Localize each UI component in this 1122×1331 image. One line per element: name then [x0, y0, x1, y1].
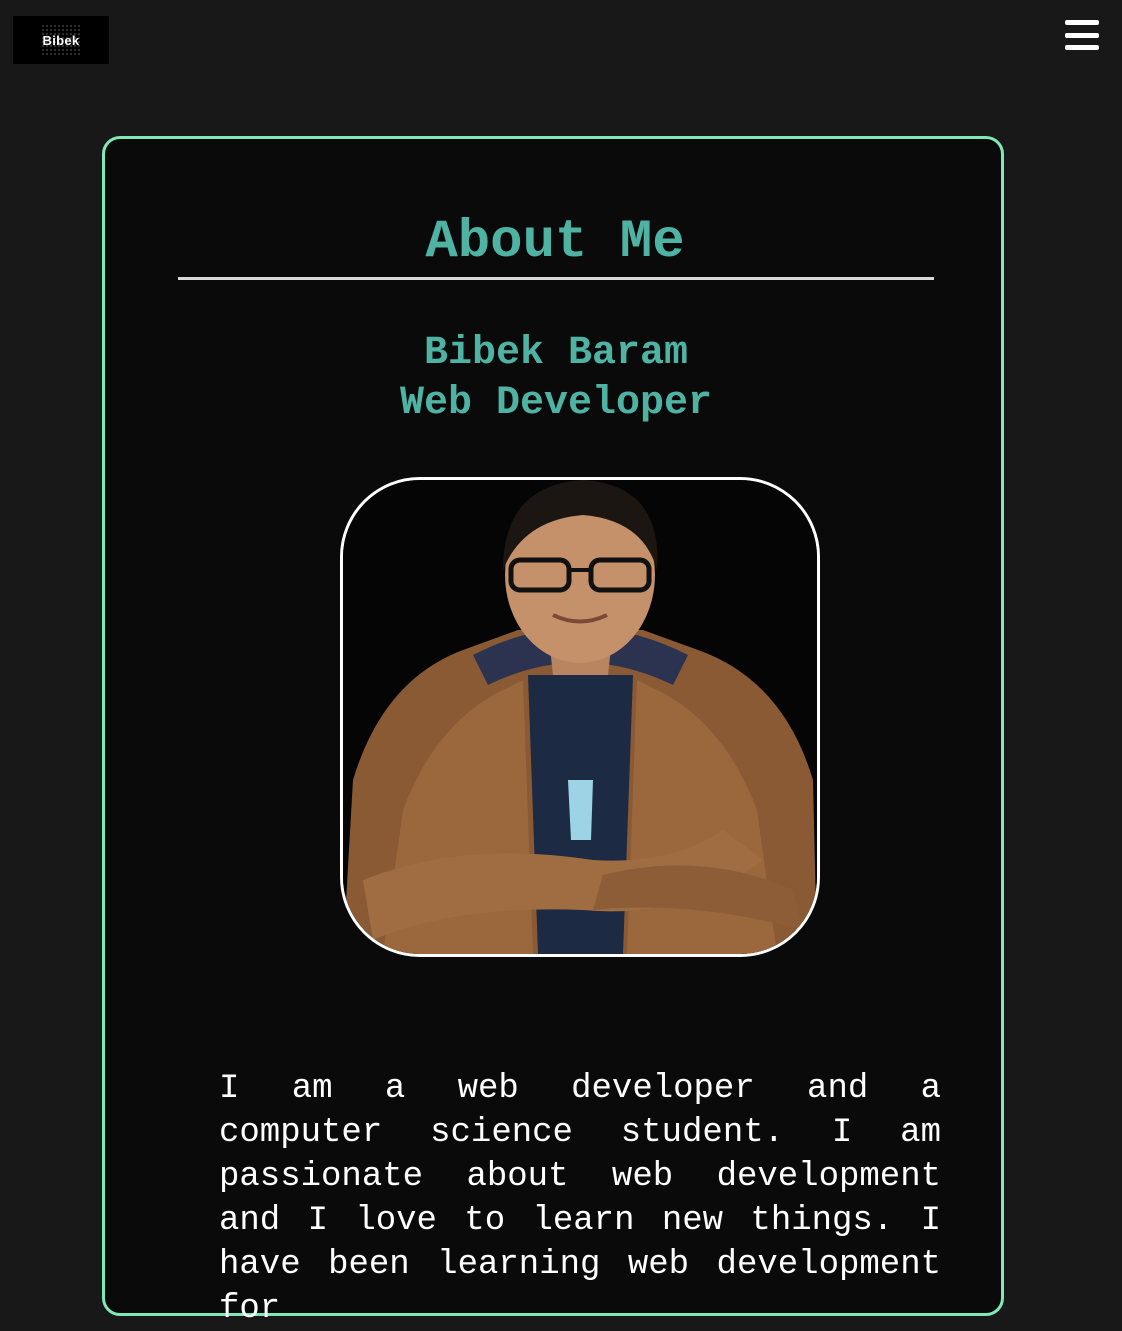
heading-divider — [178, 277, 934, 280]
top-navbar: Bibek — [0, 0, 1122, 80]
profile-photo — [340, 477, 820, 957]
hamburger-menu-icon[interactable] — [1065, 20, 1099, 50]
profile-name: Bibek Baram — [423, 331, 689, 376]
logo-text: Bibek — [42, 32, 80, 48]
site-logo[interactable]: Bibek — [13, 16, 109, 64]
profile-title-block: Bibek Baram Web Developer — [0, 329, 1112, 429]
profile-photo-illustration — [343, 480, 817, 954]
about-heading: About Me — [425, 212, 685, 273]
profile-role: Web Developer — [399, 381, 713, 426]
bio-paragraph: I am a web developer and a computer scie… — [219, 1070, 941, 1328]
